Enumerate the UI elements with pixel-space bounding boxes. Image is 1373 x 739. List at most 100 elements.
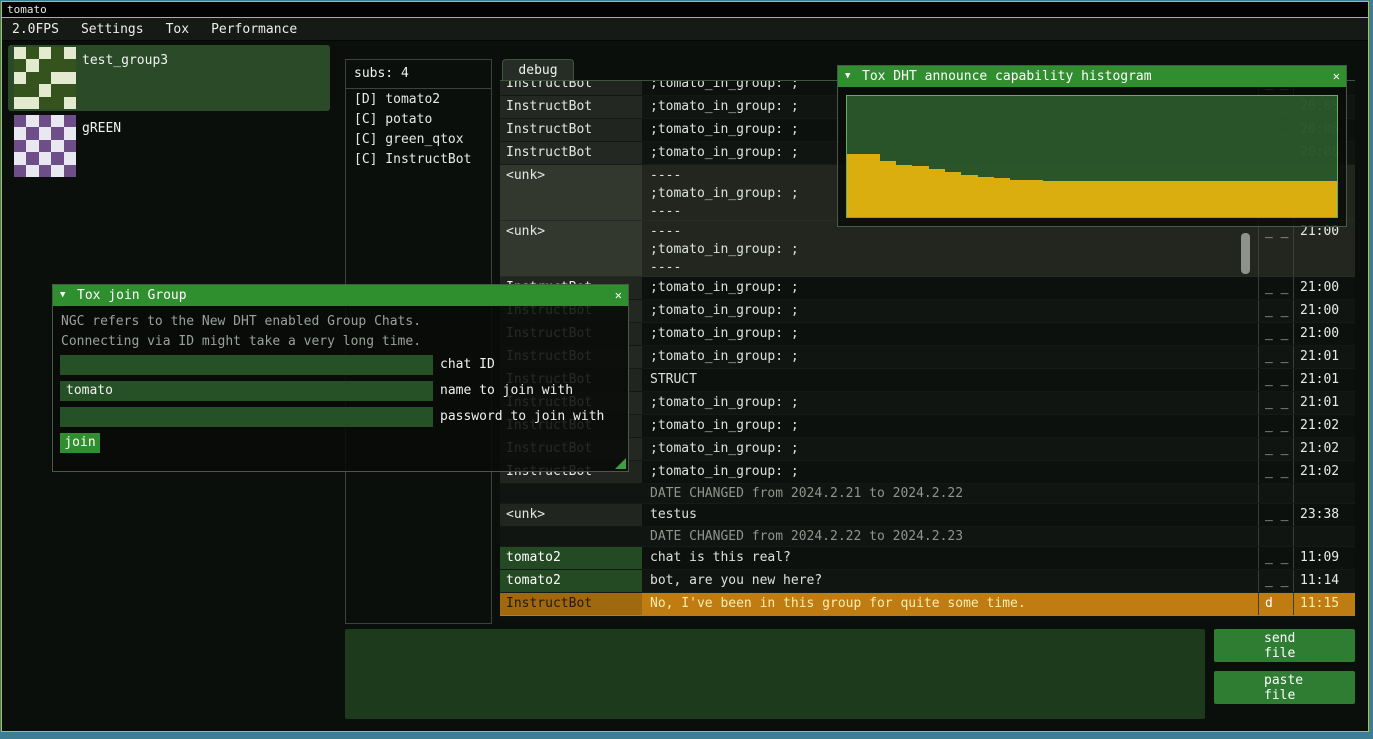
message-time: 23:38 (1293, 504, 1355, 526)
group-avatar (14, 47, 76, 109)
message-text: ----;tomato_in_group: ;---- (642, 221, 1258, 276)
tab-debug[interactable]: debug (502, 59, 574, 81)
message-flags (1258, 527, 1293, 546)
group-name: gREEN (82, 121, 121, 136)
sidebar-item-test_group3[interactable]: test_group3 (8, 45, 330, 111)
histogram-bar (1206, 181, 1222, 217)
app-window: tomato 2.0FPS Settings Tox Performance tes… (0, 0, 1373, 739)
member-item[interactable]: [C] potato (346, 109, 491, 129)
join-password-input[interactable] (60, 407, 433, 427)
join-window-body: NGC refers to the New DHT enabled Group … (53, 306, 628, 471)
join-name-input[interactable]: tomato (60, 381, 433, 401)
histogram-bar (1125, 181, 1141, 217)
message-text: testus (642, 504, 1258, 526)
send-file-button[interactable]: send file (1214, 629, 1355, 662)
fps-counter: 2.0FPS (12, 22, 59, 37)
join-group-window: ▼ Tox join Group ✕ NGC refers to the New… (52, 284, 629, 472)
message-time: 21:02 (1293, 461, 1355, 483)
message-text: ;tomato_in_group: ; (642, 392, 1258, 414)
histogram-window-title: Tox DHT announce capability histogram (862, 69, 1152, 84)
join-info-line-2: Connecting via ID might take a very long… (61, 334, 421, 349)
resize-grip-icon[interactable] (615, 458, 626, 469)
message-text: DATE CHANGED from 2024.2.22 to 2024.2.23 (642, 527, 1258, 546)
close-icon[interactable]: ✕ (1333, 66, 1340, 87)
message-time (1293, 527, 1355, 546)
menu-item-tox[interactable]: Tox (166, 22, 189, 37)
message-flags: _ _ (1258, 392, 1293, 414)
message-text: ;tomato_in_group: ; (642, 461, 1258, 483)
close-icon[interactable]: ✕ (615, 285, 622, 306)
message-flags: _ _ (1258, 300, 1293, 322)
message-flags: d (1258, 593, 1293, 615)
menu-item-settings[interactable]: Settings (81, 22, 144, 37)
message-sender: <unk> (500, 504, 642, 526)
message-text: ;tomato_in_group: ; (642, 346, 1258, 368)
histogram-plot (846, 95, 1338, 218)
histogram-bar (1092, 181, 1108, 217)
message-flags: _ _ (1258, 461, 1293, 483)
sidebar-item-green[interactable]: gREEN (8, 113, 330, 179)
message-flags: _ _ (1258, 438, 1293, 460)
histogram-bar (863, 154, 879, 217)
message-flags: _ _ (1258, 547, 1293, 569)
join-window-titlebar[interactable]: ▼ Tox join Group ✕ (53, 285, 628, 306)
histogram-bar (1010, 180, 1026, 218)
chat-id-input[interactable] (60, 355, 433, 375)
histogram-bar (978, 177, 994, 217)
group-avatar (14, 115, 76, 177)
histogram-window-body (838, 87, 1346, 226)
message-sender: InstructBot (500, 81, 642, 95)
histogram-bar (1174, 181, 1190, 217)
message-sender: <unk> (500, 221, 642, 276)
member-list: [D] tomato2[C] potato[C] green_qtox[C] I… (346, 89, 491, 169)
group-name: test_group3 (82, 53, 168, 68)
histogram-bar (1288, 181, 1304, 217)
histogram-bar (1190, 181, 1206, 217)
message-sender: InstructBot (500, 119, 642, 141)
histogram-bar (1141, 181, 1157, 217)
app-frame: tomato 2.0FPS Settings Tox Performance tes… (1, 1, 1369, 732)
message-flags: _ _ (1258, 323, 1293, 345)
message-text: ;tomato_in_group: ; (642, 438, 1258, 460)
chat-message-row: <unk>----;tomato_in_group: ;----_ _21:00 (500, 221, 1355, 277)
histogram-bar (1304, 181, 1320, 217)
message-sender: InstructBot (500, 96, 642, 118)
histogram-bar (994, 178, 1010, 217)
member-item[interactable]: [D] tomato2 (346, 89, 491, 109)
date-separator-row: DATE CHANGED from 2024.2.22 to 2024.2.23 (500, 527, 1355, 547)
histogram-bar (1272, 181, 1288, 217)
message-sender: InstructBot (500, 593, 642, 615)
message-input[interactable] (345, 629, 1205, 719)
histogram-bar (880, 161, 896, 217)
histogram-bar (1108, 181, 1124, 217)
message-sender (500, 484, 642, 503)
join-button[interactable]: join (60, 433, 100, 453)
message-text: ;tomato_in_group: ; (642, 415, 1258, 437)
menu-item-performance[interactable]: Performance (211, 22, 297, 37)
message-flags: _ _ (1258, 346, 1293, 368)
message-time (1293, 484, 1355, 503)
histogram-bar (945, 172, 961, 217)
message-sender: tomato2 (500, 547, 642, 569)
message-flags: _ _ (1258, 415, 1293, 437)
histogram-bar (1157, 181, 1173, 217)
member-item[interactable]: [C] InstructBot (346, 149, 491, 169)
histogram-bar (1059, 181, 1075, 217)
histogram-bar (912, 166, 928, 217)
message-flags: _ _ (1258, 221, 1293, 276)
histogram-bar (896, 165, 912, 217)
collapse-icon[interactable]: ▼ (845, 66, 850, 87)
message-time: 21:02 (1293, 415, 1355, 437)
window-titlebar[interactable]: tomato (2, 2, 1368, 18)
histogram-bar (1321, 181, 1337, 217)
message-sender: <unk> (500, 165, 642, 220)
histogram-window-titlebar[interactable]: ▼ Tox DHT announce capability histogram … (838, 66, 1346, 87)
scrollbar-thumb[interactable] (1241, 233, 1250, 274)
message-time: 21:00 (1293, 300, 1355, 322)
message-text: STRUCT (642, 369, 1258, 391)
message-flags: _ _ (1258, 504, 1293, 526)
histogram-bar (847, 154, 863, 217)
collapse-icon[interactable]: ▼ (60, 285, 65, 306)
member-item[interactable]: [C] green_qtox (346, 129, 491, 149)
paste-file-button[interactable]: paste file (1214, 671, 1355, 704)
